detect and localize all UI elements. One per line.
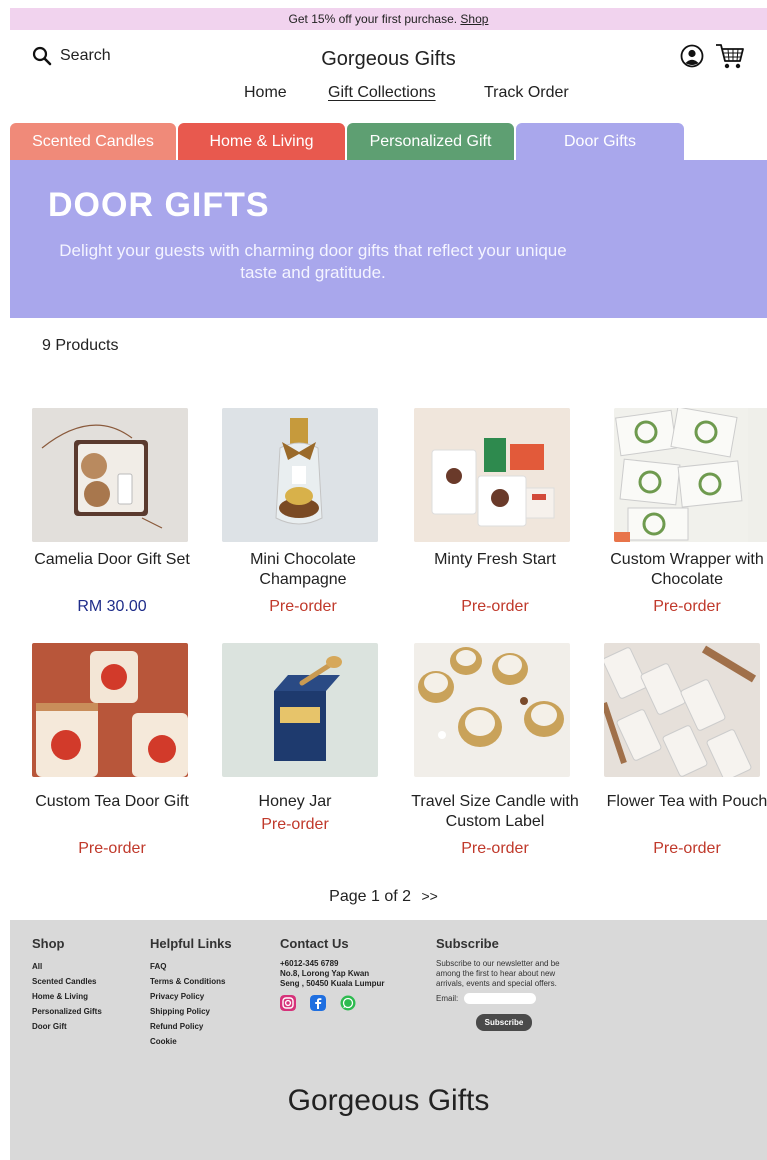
tab-scented-candles[interactable]: Scented Candles [10,123,176,161]
subscribe-button[interactable]: Subscribe [476,1014,532,1031]
preorder-label[interactable]: Pre-order [410,598,580,616]
product-image[interactable] [414,408,570,542]
product-image[interactable] [222,408,378,542]
product-image[interactable] [32,408,188,542]
footer-link[interactable]: Privacy Policy [150,989,232,1004]
product-image[interactable] [32,643,188,777]
contact-phone: +6012-345 6789 [280,959,339,968]
hero-subtitle: Delight your guests with charming door g… [59,241,567,282]
subscribe-text: Subscribe to our newsletter and be among… [436,959,560,988]
footer-subscribe-title: Subscribe [436,936,499,951]
preorder-label[interactable]: Pre-order [410,840,580,858]
product-name[interactable]: Mini Chocolate Champagne [218,550,388,590]
category-hero: DOOR GIFTS Delight your guests with char… [10,160,767,318]
product-count: 9 Products [42,337,119,354]
instagram-icon[interactable] [280,995,296,1011]
promo-shop-link[interactable]: Shop [460,12,488,26]
footer-link[interactable]: FAQ [150,959,232,974]
product-name[interactable]: Minty Fresh Start [410,550,580,570]
email-label: Email: [436,994,459,1003]
promo-text: Get 15% off your first purchase. [288,12,458,26]
footer-link[interactable]: Personalized Gifts [32,1004,102,1019]
product-name[interactable]: Custom Wrapper with Chocolate [602,550,767,590]
footer-link[interactable]: Home & Living [32,989,102,1004]
preorder-label[interactable]: Pre-order [210,816,380,834]
footer-link[interactable]: Terms & Conditions [150,974,232,989]
hero-title: DOOR GIFTS [48,186,270,224]
footer-shop-column: Shop All Scented Candles Home & Living P… [32,936,102,1034]
footer-subscribe-column: Subscribe Subscribe to our newsletter an… [436,936,576,1031]
nav-home[interactable]: Home [244,84,287,102]
product-name[interactable]: Travel Size Candle with Custom Label [410,792,580,832]
pagination: Page 1 of 2 >> [0,888,767,906]
preorder-label[interactable]: Pre-order [218,598,388,616]
footer-link[interactable]: Scented Candles [32,974,102,989]
site-header: Search Gorgeous Gifts Home Gift Collecti… [10,30,767,122]
site-footer: Shop All Scented Candles Home & Living P… [10,920,767,1160]
brand-title[interactable]: Gorgeous Gifts [10,48,767,71]
category-tabs: Scented Candles Home & Living Personaliz… [10,123,767,161]
product-name[interactable]: Honey Jar [210,792,380,812]
product-name[interactable]: Camelia Door Gift Set [27,550,197,570]
footer-brand: Gorgeous Gifts [287,1084,490,1117]
preorder-label[interactable]: Pre-order [602,598,767,616]
footer-link[interactable]: Door Gift [32,1019,102,1034]
footer-contact-title: Contact Us [280,936,349,951]
product-name[interactable]: Flower Tea with Pouch [602,792,767,812]
tab-door-gifts[interactable]: Door Gifts [516,123,684,161]
product-image[interactable] [614,408,767,542]
facebook-icon[interactable] [310,995,326,1011]
nav-gift-collections[interactable]: Gift Collections [328,84,436,102]
promo-banner: Get 15% off your first purchase. Shop [10,8,767,30]
product-image[interactable] [604,643,760,777]
product-image[interactable] [222,643,378,777]
whatsapp-icon[interactable] [340,995,356,1011]
account-icon[interactable] [680,44,704,68]
preorder-label[interactable]: Pre-order [602,840,767,858]
contact-address: No.8, Lorong Yap Kwan Seng , 50450 Kuala… [280,969,385,988]
email-input[interactable] [464,993,537,1004]
cart-icon[interactable] [715,42,745,70]
footer-link[interactable]: Cookie [150,1034,232,1049]
footer-helpful-column: Helpful Links FAQ Terms & Conditions Pri… [150,936,232,1049]
tab-home-living[interactable]: Home & Living [178,123,345,161]
social-links [280,995,388,1011]
footer-link[interactable]: Refund Policy [150,1019,232,1034]
product-price: RM 30.00 [77,598,147,615]
product-name[interactable]: Custom Tea Door Gift [27,792,197,812]
footer-link[interactable]: All [32,959,102,974]
product-image[interactable] [414,643,570,777]
footer-shop-title: Shop [32,936,65,951]
footer-link[interactable]: Shipping Policy [150,1004,232,1019]
tab-personalized-gift[interactable]: Personalized Gift [347,123,514,161]
footer-contact-column: Contact Us +6012-345 6789 No.8, Lorong Y… [280,936,388,1011]
next-page-button[interactable]: >> [421,888,437,904]
page-indicator: Page 1 of 2 [329,888,412,905]
nav-track-order[interactable]: Track Order [484,84,569,102]
footer-helpful-title: Helpful Links [150,936,232,951]
preorder-label[interactable]: Pre-order [27,840,197,858]
